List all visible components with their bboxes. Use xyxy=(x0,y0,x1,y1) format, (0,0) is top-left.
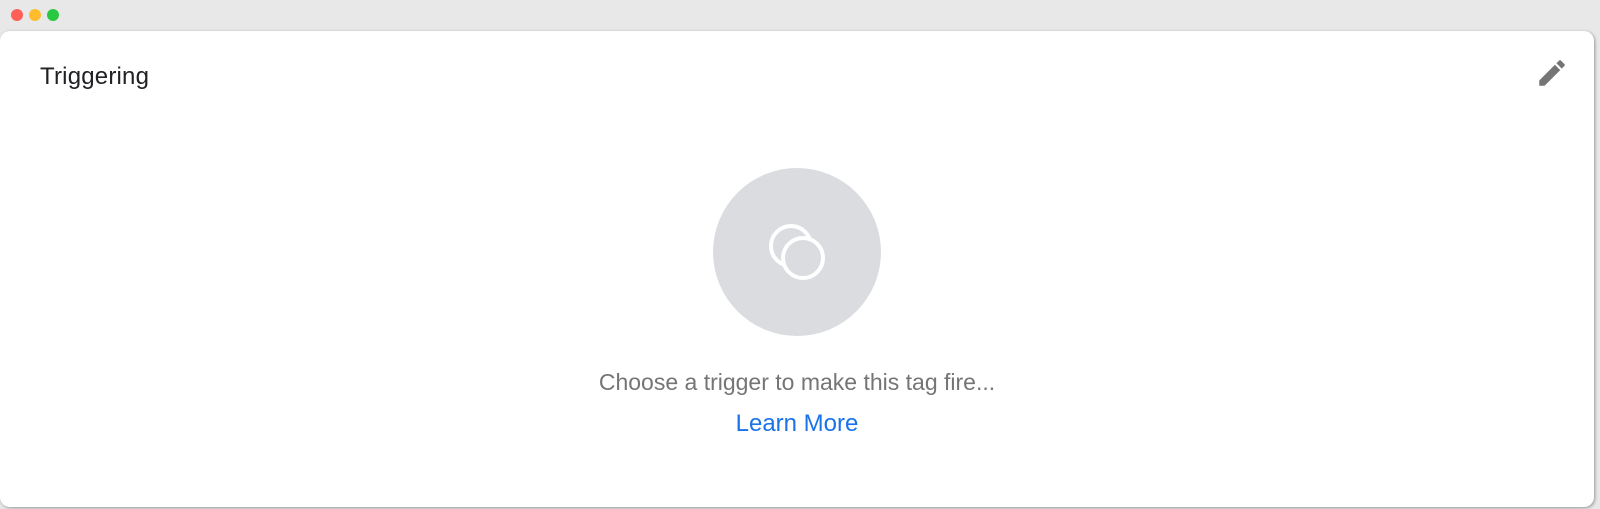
empty-state-message: Choose a trigger to make this tag fire..… xyxy=(598,369,996,395)
pencil-icon xyxy=(1539,60,1565,86)
empty-state: Choose a trigger to make this tag fire..… xyxy=(0,168,1594,438)
trigger-icon xyxy=(769,224,825,280)
add-trigger-placeholder[interactable] xyxy=(713,168,881,336)
close-window-button[interactable] xyxy=(11,9,23,21)
triggering-card: Triggering Choose a trigger to make this… xyxy=(0,31,1594,507)
edit-button[interactable] xyxy=(1532,53,1572,93)
minimize-window-button[interactable] xyxy=(29,9,41,21)
learn-more-link[interactable]: Learn More xyxy=(736,410,859,438)
card-title: Triggering xyxy=(40,63,150,90)
maximize-window-button[interactable] xyxy=(47,9,59,21)
window-titlebar xyxy=(0,0,1600,30)
